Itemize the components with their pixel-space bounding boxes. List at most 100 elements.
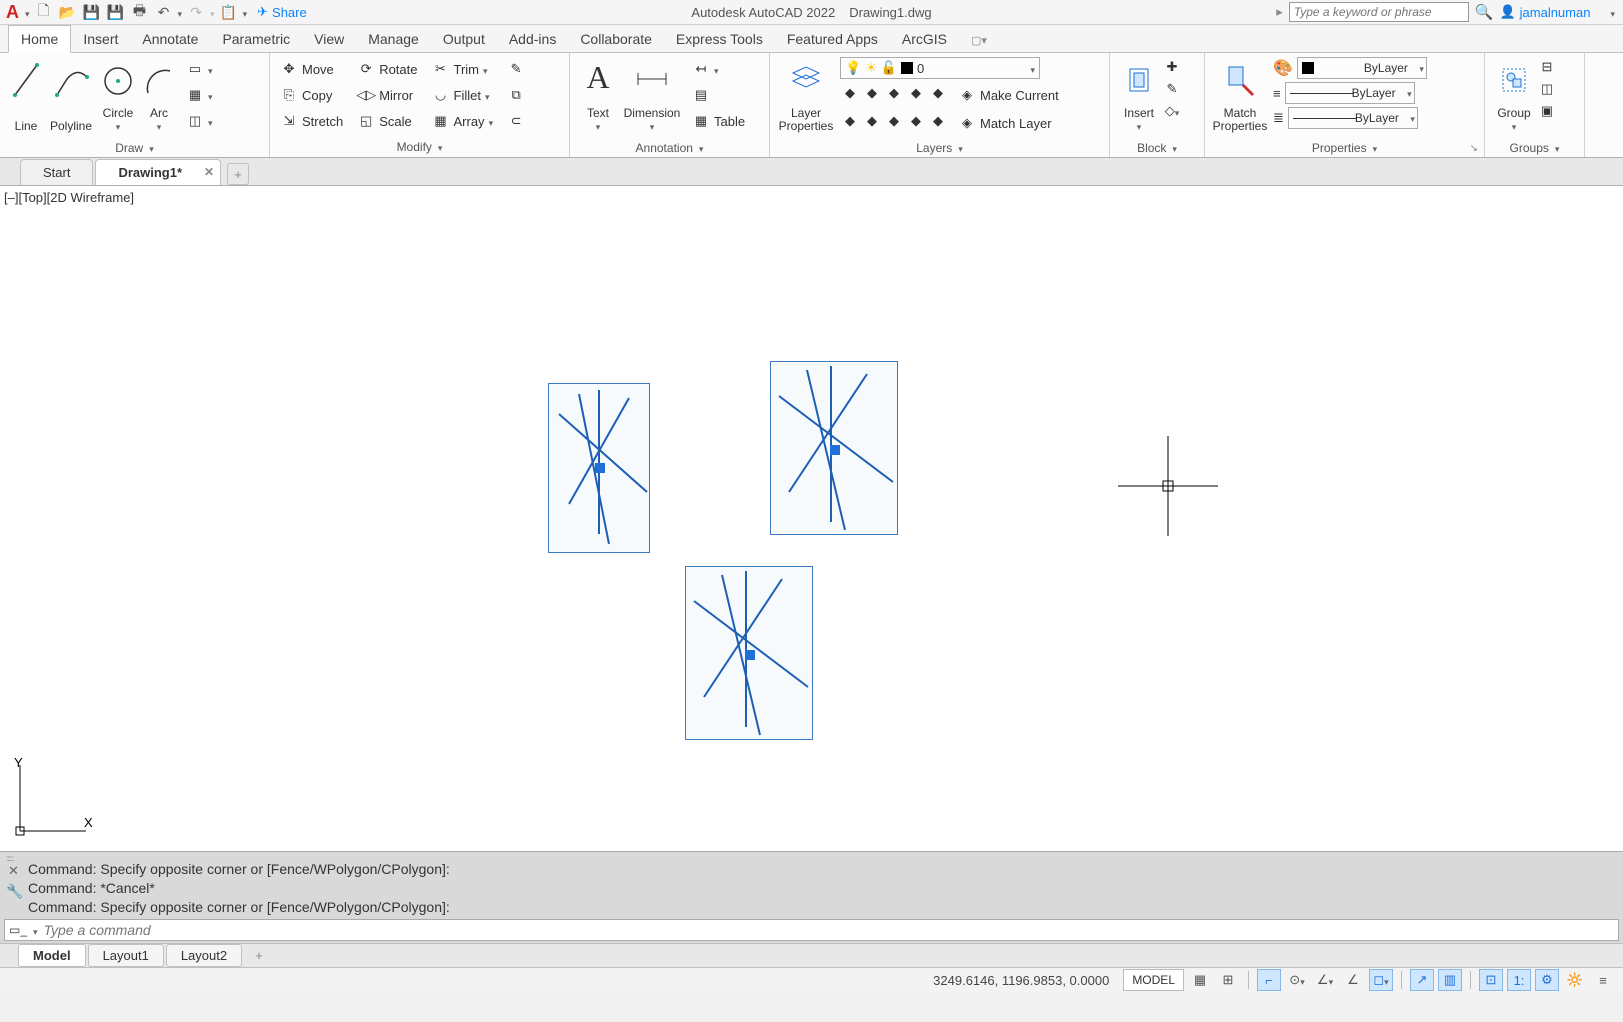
command-customize-icon[interactable]: 🔧 [6, 882, 23, 901]
circle-button[interactable]: Circle [96, 57, 140, 135]
user-dd[interactable] [1610, 5, 1615, 20]
tab-collaborate[interactable]: Collaborate [568, 26, 664, 52]
layout-tab-layout2[interactable]: Layout2 [166, 944, 242, 967]
match-properties-button[interactable]: Match Properties [1211, 57, 1269, 135]
table-button[interactable]: ▦Table [688, 109, 749, 133]
panel-block-title[interactable]: Block [1110, 139, 1204, 157]
color-selector[interactable]: ByLayer [1297, 57, 1427, 79]
layer-tool8-icon[interactable]: ◆ [884, 111, 904, 131]
ungroup-icon[interactable]: ⊟ [1537, 57, 1557, 77]
layer-properties-button[interactable]: Layer Properties [776, 57, 836, 135]
layer-tool10-icon[interactable]: ◆ [928, 111, 948, 131]
block-attr-icon[interactable]: ◇ [1162, 101, 1182, 121]
undo-dd[interactable] [178, 5, 183, 20]
clipboard-icon[interactable]: 📋 [218, 1, 240, 23]
selection-cycling-icon[interactable]: ⊡ [1479, 969, 1503, 991]
insert-button[interactable]: Insert [1116, 57, 1162, 135]
app-logo[interactable]: A [6, 2, 19, 23]
panel-launcher-icon[interactable]: ↘ [1470, 143, 1478, 154]
coordinates[interactable]: 3249.6146, 1196.9853, 0.0000 [933, 973, 1109, 988]
rotate-button[interactable]: ⟳Rotate [353, 57, 421, 81]
redo-dd[interactable] [210, 5, 215, 20]
osnap-tracking-icon[interactable]: ∠ [1341, 969, 1365, 991]
group-bbox-icon[interactable]: ▣ [1537, 101, 1557, 121]
tab-home[interactable]: Home [8, 25, 71, 53]
new-icon[interactable]: 🗋 [33, 1, 55, 23]
tab-view[interactable]: View [302, 26, 356, 52]
layer-tool2-icon[interactable]: ◆ [862, 83, 882, 103]
add-layout-button[interactable]: + [248, 944, 270, 966]
array-button[interactable]: ▦Array [428, 109, 498, 133]
lineweight-selector[interactable]: ByLayer [1285, 82, 1415, 104]
osnap-icon[interactable]: ◻ [1369, 969, 1393, 991]
trim-button[interactable]: ✂Trim [428, 57, 498, 81]
line-button[interactable]: Line [6, 57, 46, 135]
share-button[interactable]: ✈ Share [257, 4, 307, 20]
leader-button[interactable]: ↤ [688, 57, 749, 81]
grid-icon[interactable]: ▦ [1188, 969, 1212, 991]
rectangle-button[interactable]: ▭ [182, 57, 217, 81]
stretch-button[interactable]: ⇲Stretch [276, 109, 347, 133]
command-close-icon[interactable]: ✕ [8, 862, 19, 880]
command-input[interactable] [44, 922, 1614, 938]
saveas-icon[interactable]: 💾 [105, 1, 127, 23]
tab-express[interactable]: Express Tools [664, 26, 775, 52]
polyline-button[interactable]: Polyline [46, 57, 96, 135]
layer-tool7-icon[interactable]: ◆ [862, 111, 882, 131]
layout-tab-model[interactable]: Model [18, 944, 86, 967]
panel-draw-title[interactable]: Draw [0, 139, 269, 157]
tab-annotate[interactable]: Annotate [130, 26, 210, 52]
transparency-icon[interactable]: ▥ [1438, 969, 1462, 991]
block-edit-icon[interactable]: ✎ [1162, 79, 1182, 99]
text-button[interactable]: A Text [576, 57, 620, 135]
open-icon[interactable]: 📂 [57, 1, 79, 23]
copy-button[interactable]: ⎘Copy [276, 83, 347, 107]
panel-annotation-title[interactable]: Annotation [570, 139, 769, 157]
fillet-button[interactable]: ◡Fillet [428, 83, 498, 107]
arc-button[interactable]: Arc [140, 57, 178, 135]
grip-1[interactable] [595, 463, 605, 473]
panel-layers-title[interactable]: Layers [770, 139, 1109, 157]
tab-arcgis[interactable]: ArcGIS [890, 26, 959, 52]
make-current-button[interactable]: ◈Make Current [954, 83, 1063, 107]
color-wheel-icon[interactable]: 🎨 [1273, 58, 1293, 78]
layer-tool5-icon[interactable]: ◆ [928, 83, 948, 103]
modelspace-toggle[interactable]: MODEL [1123, 969, 1184, 991]
user-menu[interactable]: 👤 jamalnuman [1499, 4, 1590, 20]
app-menu-dd[interactable] [25, 5, 30, 20]
workspace-icon[interactable]: ⚙ [1535, 969, 1559, 991]
grip-2[interactable] [830, 445, 840, 455]
close-tab-icon[interactable]: ✕ [204, 165, 214, 179]
tab-featured[interactable]: Featured Apps [775, 26, 890, 52]
layer-selector[interactable]: 💡 ☀ 🔓 0 [840, 57, 1040, 79]
mirror-button[interactable]: ◁▷Mirror [353, 83, 421, 107]
dimension-button[interactable]: Dimension [620, 57, 684, 135]
hatch-button[interactable]: ▦ [182, 83, 217, 107]
scale-button[interactable]: ◱Scale [353, 109, 421, 133]
snap-icon[interactable]: ⊞ [1216, 969, 1240, 991]
layout-tab-layout1[interactable]: Layout1 [88, 944, 164, 967]
tab-addins[interactable]: Add-ins [497, 26, 568, 52]
group-edit-icon[interactable]: ◫ [1537, 79, 1557, 99]
customize-status-icon[interactable]: ≡ [1591, 969, 1615, 991]
annotation-scale-icon[interactable]: 1: [1507, 969, 1531, 991]
tab-insert[interactable]: Insert [71, 26, 130, 52]
layer-tool1-icon[interactable]: ◆ [840, 83, 860, 103]
search-arrow-icon[interactable]: ▸ [1276, 4, 1283, 20]
erase-button[interactable]: ✎ [503, 57, 529, 81]
clip-dd[interactable] [243, 5, 248, 20]
panel-modify-title[interactable]: Modify [270, 137, 569, 157]
doctab-start[interactable]: Start [20, 159, 93, 185]
panel-properties-title[interactable]: Properties↘ [1205, 139, 1484, 157]
drawing-canvas[interactable]: [–][Top][2D Wireframe] [0, 186, 1623, 851]
print-icon[interactable]: 🖶 [129, 1, 151, 23]
layer-tool4-icon[interactable]: ◆ [906, 83, 926, 103]
linetype-selector[interactable]: ByLayer [1288, 107, 1418, 129]
add-tab-button[interactable]: + [227, 163, 249, 185]
command-recent-dd[interactable] [33, 922, 38, 938]
panel-groups-title[interactable]: Groups [1485, 139, 1584, 157]
region-button[interactable]: ◫ [182, 109, 217, 133]
save-icon[interactable]: 💾 [81, 1, 103, 23]
linetype-icon[interactable]: ≣ [1273, 110, 1284, 126]
command-input-row[interactable]: ▭_ [4, 919, 1619, 941]
